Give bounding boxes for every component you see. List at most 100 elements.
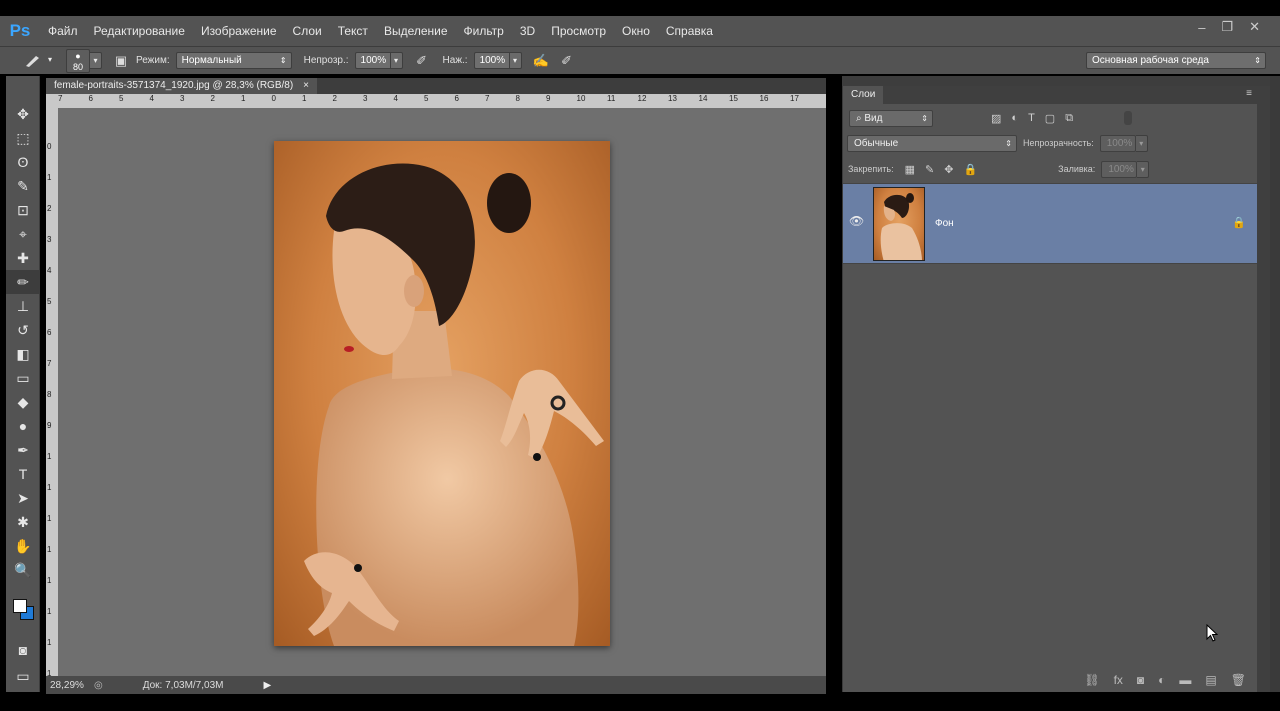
layer-opacity-dropdown[interactable]: ▾ bbox=[1135, 134, 1148, 152]
ruler-tick-label: 16 bbox=[759, 94, 769, 103]
marquee-icon[interactable]: ⬚ bbox=[6, 126, 40, 150]
menu-edit[interactable]: Редактирование bbox=[86, 16, 193, 46]
menu-type[interactable]: Текст bbox=[330, 16, 376, 46]
brush-icon[interactable]: ✏ bbox=[6, 270, 40, 294]
lock-label: Закрепить: bbox=[848, 164, 894, 174]
brush-preset-icon[interactable] bbox=[22, 50, 44, 72]
tab-layers[interactable]: Слои bbox=[843, 86, 884, 104]
move-icon[interactable]: ✥ bbox=[6, 102, 40, 126]
workspace-select[interactable]: Основная рабочая среда ⇕ bbox=[1086, 52, 1266, 69]
document-image[interactable] bbox=[274, 141, 610, 646]
ruler-horizontal: 7 6 5 4 3 2 1 0 1 2 3 4 5 6 7 8 9 10 11 12 13 14 15 16 17 bbox=[46, 94, 826, 108]
close-tab-icon[interactable]: × bbox=[303, 78, 309, 94]
new-group-icon[interactable]: ▬ bbox=[1179, 673, 1191, 687]
delete-layer-icon[interactable]: 🗑 bbox=[1231, 673, 1246, 687]
zoom-icon[interactable]: 🔍 bbox=[6, 558, 40, 582]
filter-shape-icon[interactable]: ▢ bbox=[1045, 112, 1055, 125]
ruler-vertical: 0123456789111111111 bbox=[46, 108, 58, 676]
document-tab[interactable]: female-portraits-3571374_1920.jpg @ 28,3… bbox=[46, 78, 318, 94]
minimize-button[interactable]: – bbox=[1198, 20, 1205, 35]
layer-name[interactable]: Фон bbox=[935, 218, 954, 229]
pen-icon[interactable]: ✒ bbox=[6, 438, 40, 462]
flow-dropdown[interactable]: ▾ bbox=[509, 52, 522, 69]
new-layer-icon[interactable]: ▤ bbox=[1205, 673, 1216, 687]
opacity-input[interactable]: 100% bbox=[354, 52, 391, 69]
mode-select[interactable]: Нормальный ⇕ bbox=[175, 52, 292, 69]
airbrush-icon[interactable]: ✍ bbox=[530, 50, 552, 72]
dodge-icon[interactable]: ● bbox=[6, 414, 40, 438]
window-controls: – ❐ ✕ bbox=[1198, 16, 1260, 38]
filter-type-icon[interactable]: T bbox=[1028, 112, 1035, 124]
quick-select-icon[interactable]: ✎ bbox=[6, 174, 40, 198]
filter-pixel-icon[interactable]: ▨ bbox=[991, 112, 1001, 125]
layer-filter-select[interactable]: ⌕ Вид ⇕ bbox=[849, 109, 933, 127]
lock-all-icon[interactable]: 🔒 bbox=[963, 163, 977, 176]
brush-size-picker[interactable]: ● 80 bbox=[66, 48, 90, 73]
screen-mode-icon[interactable]: ▭ bbox=[6, 664, 40, 688]
eraser-icon[interactable]: ◧ bbox=[6, 342, 40, 366]
add-mask-icon[interactable]: ◙ bbox=[1137, 673, 1144, 687]
play-icon[interactable]: ▶ bbox=[263, 680, 271, 691]
pressure-opacity-icon[interactable]: ✐ bbox=[411, 50, 433, 72]
gradient-icon[interactable]: ▭ bbox=[6, 366, 40, 390]
foreground-color-swatch[interactable] bbox=[13, 599, 27, 613]
layer-thumbnail[interactable] bbox=[873, 187, 925, 261]
fill-dropdown[interactable]: ▾ bbox=[1137, 160, 1150, 178]
blur-icon[interactable]: ◆ bbox=[6, 390, 40, 414]
ruler-tick-label: 1 bbox=[47, 483, 52, 492]
menu-select[interactable]: Выделение bbox=[376, 16, 456, 46]
pressure-size-icon[interactable]: ✐ bbox=[556, 50, 578, 72]
filter-toggle[interactable] bbox=[1124, 111, 1133, 125]
close-button[interactable]: ✕ bbox=[1249, 19, 1260, 35]
menu-window[interactable]: Окно bbox=[614, 16, 658, 46]
panel-menu-icon[interactable]: ≡ bbox=[1246, 88, 1252, 99]
lock-pixels-icon[interactable]: ✎ bbox=[925, 163, 934, 176]
lock-position-icon[interactable]: ✥ bbox=[944, 163, 953, 176]
menu-bar: Ps Файл Редактирование Изображение Слои … bbox=[0, 16, 1280, 46]
shape-icon[interactable]: ✱ bbox=[6, 510, 40, 534]
canvas-area[interactable] bbox=[58, 108, 826, 676]
healing-brush-icon[interactable]: ✚ bbox=[6, 246, 40, 270]
hand-icon[interactable]: ✋ bbox=[6, 534, 40, 558]
adjustment-layer-icon[interactable]: ◐ bbox=[1158, 673, 1165, 687]
chevron-down-icon[interactable]: ▾ bbox=[44, 52, 56, 69]
crop-icon[interactable]: ⊡ bbox=[6, 198, 40, 222]
opacity-dropdown[interactable]: ▾ bbox=[390, 52, 403, 69]
blend-mode-select[interactable]: Обычные ⇕ bbox=[847, 134, 1017, 152]
menu-3d[interactable]: 3D bbox=[512, 16, 543, 46]
menu-layers[interactable]: Слои bbox=[285, 16, 330, 46]
quick-mask-icon[interactable]: ◙ bbox=[6, 638, 40, 662]
color-swatches[interactable] bbox=[10, 594, 40, 626]
type-icon[interactable]: T bbox=[6, 462, 40, 486]
filter-smart-object-icon[interactable]: ⧉ bbox=[1065, 112, 1073, 125]
lasso-icon[interactable]: ʘ bbox=[6, 150, 40, 174]
menu-help[interactable]: Справка bbox=[658, 16, 721, 46]
lock-transparency-icon[interactable]: ▦ bbox=[905, 163, 915, 176]
layer-lock-icon[interactable]: 🔒 bbox=[1232, 216, 1246, 229]
eyedropper-icon[interactable]: ⌖ bbox=[6, 222, 40, 246]
restore-button[interactable]: ❐ bbox=[1221, 19, 1233, 35]
brush-size-dropdown[interactable]: ▾ bbox=[90, 52, 102, 69]
menu-view[interactable]: Просмотр bbox=[543, 16, 614, 46]
menu-filter[interactable]: Фильтр bbox=[456, 16, 512, 46]
flow-input[interactable]: 100% bbox=[473, 52, 510, 69]
layer-row[interactable]: 👁 Фон 🔒 bbox=[843, 183, 1258, 264]
fill-input[interactable]: 100% bbox=[1101, 160, 1138, 178]
ruler-tick-label: 8 bbox=[47, 390, 52, 399]
bottom-bar bbox=[0, 694, 1280, 711]
filter-adjustment-icon[interactable]: ◐ bbox=[1011, 112, 1018, 124]
menu-image[interactable]: Изображение bbox=[193, 16, 285, 46]
zoom-value[interactable]: 28,29% bbox=[50, 680, 88, 691]
history-brush-icon[interactable]: ↺ bbox=[6, 318, 40, 342]
stamp-icon[interactable]: ⊥ bbox=[6, 294, 40, 318]
visibility-eye-icon[interactable]: 👁 bbox=[849, 214, 864, 228]
link-layers-icon[interactable]: ⛓ bbox=[1084, 673, 1099, 687]
layer-opacity-input[interactable]: 100% bbox=[1099, 134, 1136, 152]
layers-scrollbar[interactable] bbox=[1257, 104, 1270, 692]
menu-file[interactable]: Файл bbox=[40, 16, 86, 46]
layers-panel: Слои ≡ ⌕ Вид ⇕ ▨ ◐ T ▢ ⧉ Обычные ⇕ Непро… bbox=[842, 86, 1270, 692]
brush-panel-icon[interactable]: ▣ bbox=[110, 50, 132, 72]
layer-style-icon[interactable]: fx bbox=[1114, 673, 1123, 687]
status-icon[interactable]: ◎ bbox=[94, 680, 103, 691]
path-select-icon[interactable]: ➤ bbox=[6, 486, 40, 510]
